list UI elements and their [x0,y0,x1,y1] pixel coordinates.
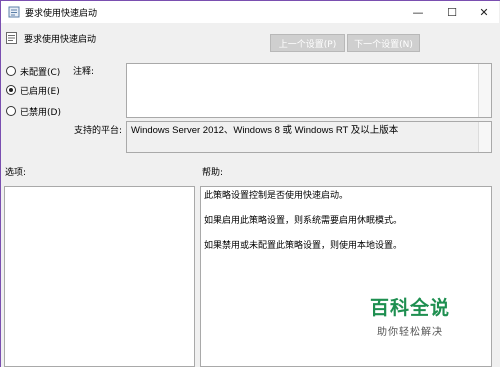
watermark-subtitle: 助你轻松解决 [377,327,443,338]
supported-platforms-label: 支持的平台: [74,126,123,136]
radio-disabled[interactable]: 已禁用(D) [6,104,61,118]
minimize-icon: — [412,5,424,19]
supported-scrollbar[interactable] [478,122,491,152]
options-pane[interactable] [4,186,195,367]
radio-label: 已禁用(D) [20,107,61,118]
comment-scrollbar[interactable] [478,64,491,117]
policy-document-icon [6,32,17,44]
help-pane[interactable]: 此策略设置控制是否使用快速启动。 如果启用此策略设置，则系统需要启用休眠模式。 … [200,186,492,367]
previous-setting-button[interactable]: 上一个设置(P) [270,34,345,52]
help-paragraph: 如果启用此策略设置，则系统需要启用休眠模式。 [204,216,403,226]
policy-name: 要求使用快速启动 [24,35,97,45]
supported-platforms-value: Windows Server 2012、Windows 8 或 Windows … [131,125,399,136]
watermark-title: 百科全说 [369,297,450,319]
supported-platforms-box: Windows Server 2012、Windows 8 或 Windows … [126,121,492,153]
radio-button[interactable] [6,66,16,76]
radio-enabled[interactable]: 已启用(E) [6,83,60,97]
close-button[interactable]: ✕ [467,1,500,23]
help-paragraph: 此策略设置控制是否使用快速启动。 [204,191,349,201]
next-setting-button[interactable]: 下一个设置(N) [347,34,420,52]
radio-button-selected[interactable] [6,85,16,95]
radio-label: 已启用(E) [20,86,60,97]
close-icon: ✕ [479,5,489,19]
radio-not-configured[interactable]: 未配置(C) [6,64,60,78]
help-label: 帮助: [202,168,224,178]
minimize-button[interactable]: — [401,1,435,23]
comment-textarea[interactable] [126,63,492,118]
policy-settings-icon [8,6,20,18]
title-bar: 要求使用快速启动 — ☐ ✕ [1,1,499,23]
maximize-button[interactable]: ☐ [435,1,469,23]
radio-label: 未配置(C) [20,67,61,78]
radio-button[interactable] [6,106,16,116]
window-title: 要求使用快速启动 [25,9,98,19]
help-paragraph: 如果禁用或未配置此策略设置，则使用本地设置。 [204,241,403,251]
watermark-logo: 百科全说 助你轻松解决 [355,293,465,338]
comment-label: 注释: [73,67,95,77]
maximize-icon: ☐ [447,5,457,19]
options-label: 选项: [5,168,27,178]
